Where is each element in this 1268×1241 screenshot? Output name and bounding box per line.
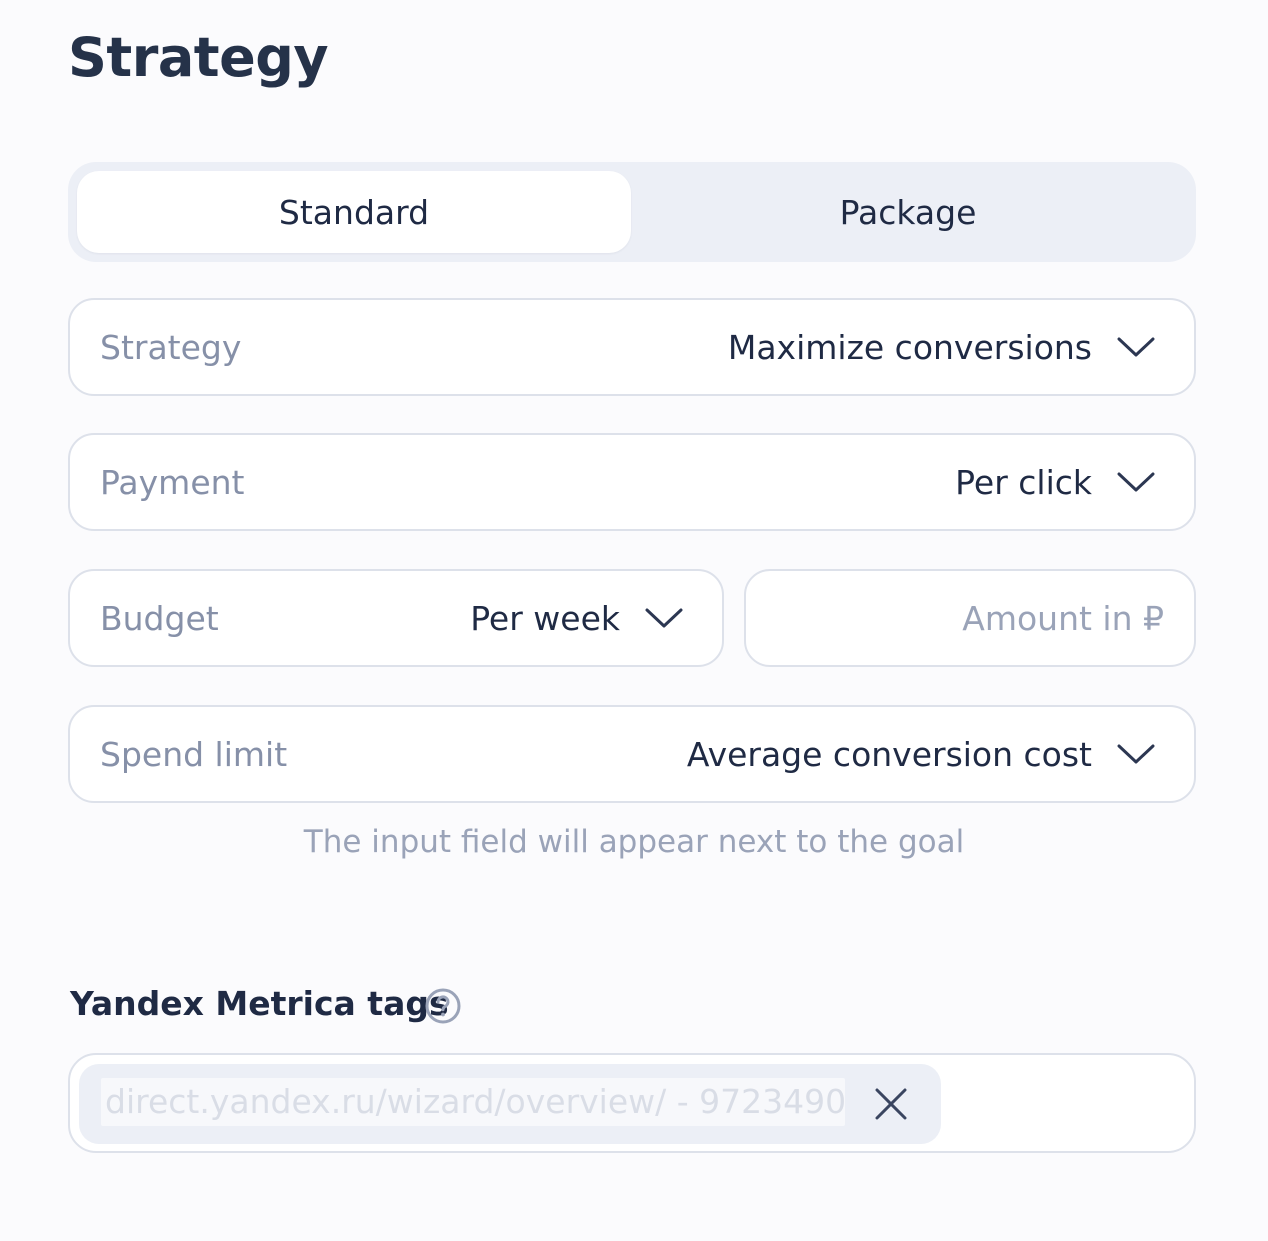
metrica-tag-text: direct.yandex.ru/wizard/overview/ - 9723…: [101, 1078, 845, 1126]
metrica-tags-input[interactable]: direct.yandex.ru/wizard/overview/ - 9723…: [68, 1053, 1196, 1153]
tab-standard[interactable]: Standard: [77, 171, 631, 253]
payment-select[interactable]: Payment Per click: [68, 433, 1196, 531]
budget-amount-input[interactable]: Amount in ₽: [744, 569, 1196, 667]
strategy-value: Maximize conversions: [727, 327, 1092, 367]
strategy-label: Strategy: [100, 327, 242, 367]
chevron-down-icon: [1117, 744, 1155, 764]
amount-placeholder: Amount in ₽: [962, 598, 1164, 638]
payment-label: Payment: [100, 462, 245, 502]
budget-label: Budget: [100, 598, 219, 638]
metrica-section-title: Yandex Metrica tags: [70, 984, 449, 1023]
metrica-tag-chip: direct.yandex.ru/wizard/overview/ - 9723…: [79, 1064, 941, 1144]
chevron-down-icon: [1117, 472, 1155, 492]
strategy-type-switch: Standard Package: [68, 162, 1196, 262]
close-icon[interactable]: [871, 1084, 911, 1124]
payment-value: Per click: [955, 462, 1092, 502]
budget-value: Per week: [470, 598, 620, 638]
page-title: Strategy: [68, 26, 329, 89]
question-circle-icon[interactable]: [424, 987, 462, 1025]
spend-limit-value: Average conversion cost: [686, 734, 1092, 774]
spend-limit-hint: The input field will appear next to the …: [303, 824, 965, 860]
spend-limit-select[interactable]: Spend limit Average conversion cost: [68, 705, 1196, 803]
chevron-down-icon: [1117, 337, 1155, 357]
spend-limit-label: Spend limit: [100, 734, 288, 774]
strategy-select[interactable]: Strategy Maximize conversions: [68, 298, 1196, 396]
tab-package[interactable]: Package: [631, 171, 1185, 253]
budget-period-select[interactable]: Budget Per week: [68, 569, 724, 667]
chevron-down-icon: [645, 608, 683, 628]
